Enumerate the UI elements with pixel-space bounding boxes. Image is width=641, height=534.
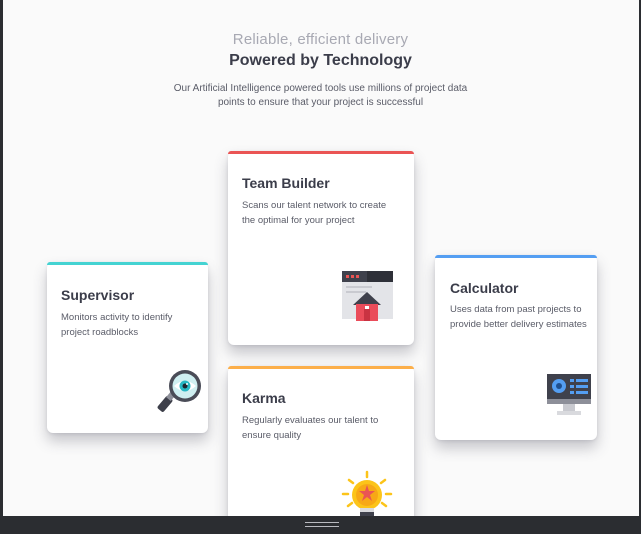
card-description: Regularly evaluates our talent to ensure… — [242, 415, 379, 441]
card-karma: Karma Regularly evaluates our talent to … — [228, 366, 414, 526]
card-title: Calculator — [450, 280, 519, 296]
drag-handle-icon[interactable] — [305, 522, 339, 528]
section-title: Powered by Technology — [229, 52, 412, 69]
team-builder-window-icon — [342, 271, 393, 321]
card-calculator: Calculator Uses data from past projects … — [435, 255, 597, 440]
magnifier-eye-icon — [157, 370, 201, 412]
card-title: Team Builder — [242, 175, 330, 191]
card-title: Karma — [242, 390, 286, 406]
calculator-monitor-icon — [547, 374, 591, 415]
card-accent-bar — [47, 262, 208, 265]
card-team-builder: Team Builder Scans our talent network to… — [228, 151, 414, 345]
section-tagline: Reliable, efficient delivery — [232, 31, 409, 48]
card-description: Scans our talent network to create the o… — [242, 200, 387, 226]
card-description: Monitors activity to identify project ro… — [61, 312, 173, 338]
card-title: Supervisor — [61, 287, 135, 303]
card-supervisor: Supervisor Monitors activity to identify… — [47, 262, 208, 433]
section-intro: Our Artificial Intelligence powered tool… — [173, 83, 468, 108]
card-description: Uses data from past projects to provide … — [450, 304, 587, 330]
card-accent-bar — [228, 151, 414, 154]
card-accent-bar — [435, 255, 597, 258]
window-frame-left — [0, 0, 3, 534]
card-accent-bar — [228, 366, 414, 369]
